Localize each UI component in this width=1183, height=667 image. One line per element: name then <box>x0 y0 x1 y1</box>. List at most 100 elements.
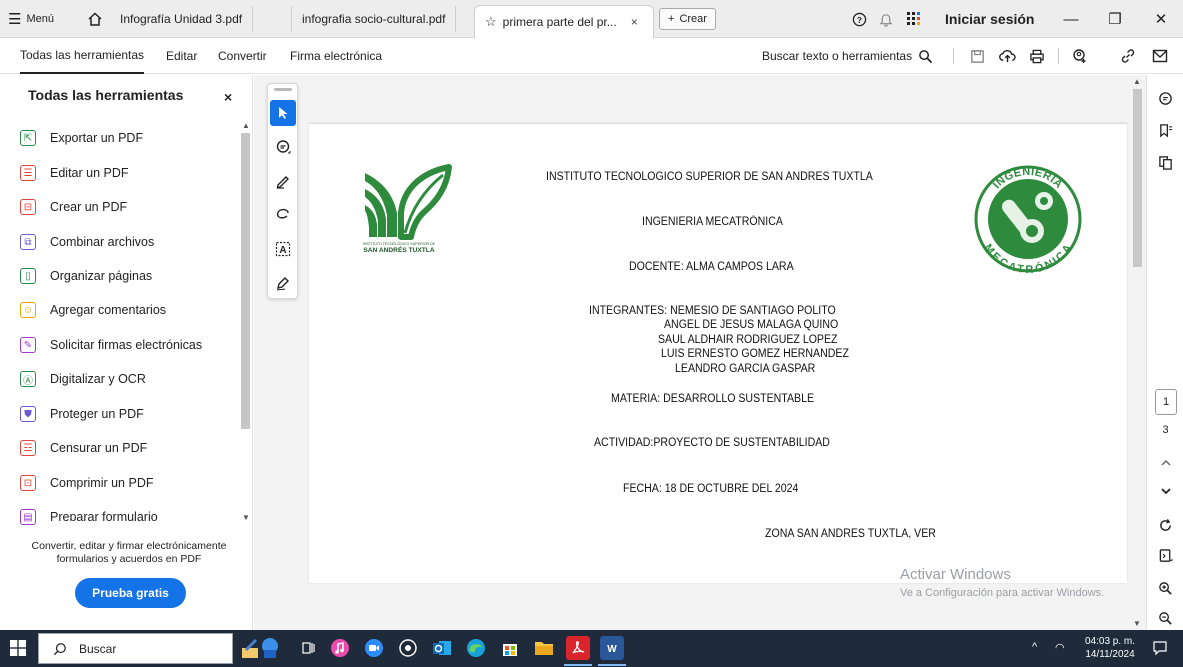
menu-e-signature[interactable]: Firma electrónica <box>290 38 382 74</box>
tool-item[interactable]: ⧉ Combinar archivos <box>20 229 235 255</box>
tool-item[interactable]: ☲ Censurar un PDF <box>20 435 235 461</box>
request-signature-icon: ✎ <box>20 337 36 353</box>
document-viewer[interactable]: INSTITUTO TECNOLÓGICO SUPERIOR DE SAN AN… <box>254 75 1129 630</box>
search-highlight-icon[interactable] <box>240 636 280 660</box>
close-panel-icon[interactable]: × <box>224 89 232 105</box>
text-tool-button[interactable]: A <box>270 236 296 262</box>
menu-all-tools[interactable]: Todas las herramientas <box>20 38 145 74</box>
scrollbar-thumb[interactable] <box>1133 89 1142 267</box>
search-tools-button[interactable]: Buscar texto o herramientas <box>762 38 933 74</box>
toolbar-grip[interactable] <box>274 88 292 91</box>
comments-panel-button[interactable] <box>1147 85 1183 111</box>
scroll-down-icon[interactable]: ▼ <box>1133 619 1141 628</box>
scrollbar-thumb[interactable] <box>241 133 250 429</box>
zoom-out-button[interactable] <box>1147 605 1183 631</box>
title-tab-bar: ☰ Menú Infografía Unidad 3.pdf infografi… <box>0 0 1183 38</box>
menu-convert[interactable]: Convertir <box>218 38 267 74</box>
browser-glyph <box>467 639 485 657</box>
scroll-up-icon[interactable]: ▲ <box>1133 77 1141 86</box>
word-icon[interactable]: W <box>600 636 624 660</box>
highlight-tool-button[interactable] <box>270 168 296 194</box>
upload-button[interactable] <box>997 46 1017 66</box>
tool-item[interactable]: ▯ Organizar páginas <box>20 263 235 289</box>
email-button[interactable] <box>1150 46 1170 66</box>
network-icon[interactable]: ◠ <box>1055 641 1065 654</box>
doc-member-5: LEANDRO GARCIA GASPAR <box>675 363 816 375</box>
viewer-scrollbar[interactable]: ▲ ▼ <box>1128 75 1146 630</box>
scroll-down-icon[interactable]: ▼ <box>242 513 250 522</box>
menu-edit[interactable]: Editar <box>166 38 197 74</box>
rotate-button[interactable] <box>1147 512 1183 538</box>
panel-scrollbar[interactable]: ▲ ▼ <box>240 121 251 522</box>
pages-panel-button[interactable] <box>1147 149 1183 175</box>
scroll-up-icon[interactable]: ▲ <box>242 121 250 130</box>
tool-item[interactable]: ▤ Preparar formulario <box>20 504 235 530</box>
tool-item[interactable]: ⇱ Exportar un PDF <box>20 125 235 151</box>
share-user-button[interactable] <box>1070 46 1090 66</box>
doc-member-4: LUIS ERNESTO GOMEZ HERNANDEZ <box>661 348 849 360</box>
tool-item[interactable]: Ⓐ Digitalizar y OCR <box>20 366 235 392</box>
promo-text: Convertir, editar y firmar electrónicame… <box>31 540 227 565</box>
tray-chevron-up-icon[interactable]: ^ <box>1032 641 1037 653</box>
home-button[interactable] <box>87 0 103 38</box>
scan-ocr-icon: Ⓐ <box>20 371 36 387</box>
minimize-button[interactable]: — <box>1049 0 1093 38</box>
menu-button[interactable]: ☰ Menú <box>8 0 54 38</box>
zoom-app-icon[interactable] <box>362 636 386 660</box>
outlook-icon[interactable] <box>430 636 454 660</box>
tool-item[interactable]: ⊡ Comprimir un PDF <box>20 470 235 496</box>
draw-tool-button[interactable] <box>270 202 296 228</box>
svg-text:A: A <box>279 245 286 256</box>
sign-in-button[interactable]: Iniciar sesión <box>945 0 1034 38</box>
notifications-button[interactable] <box>879 0 893 38</box>
zoom-in-button[interactable] <box>1147 575 1183 601</box>
tool-item[interactable]: ☺ Agregar comentarios <box>20 297 235 323</box>
close-window-button[interactable]: ✕ <box>1139 0 1183 38</box>
previous-page-button[interactable] <box>1147 450 1183 476</box>
current-page-input[interactable]: 1 <box>1155 389 1177 415</box>
page-tools-button[interactable] <box>1147 543 1183 569</box>
media-app-icon[interactable] <box>396 636 420 660</box>
store-icon[interactable] <box>498 636 522 660</box>
tab-primera-parte[interactable]: ☆ primera parte del pr... × <box>474 5 654 38</box>
free-trial-button[interactable]: Prueba gratis <box>75 578 186 608</box>
tool-label: Crear un PDF <box>50 200 128 214</box>
taskbar-search-box[interactable]: Buscar <box>38 633 233 664</box>
print-button[interactable] <box>1027 46 1047 66</box>
file-explorer-icon[interactable] <box>532 636 556 660</box>
notifications-icon[interactable] <box>1152 640 1168 656</box>
tool-item[interactable]: ✎ Solicitar firmas electrónicas <box>20 332 235 358</box>
next-page-button[interactable] <box>1147 478 1183 504</box>
tab-infografia-socio-cultural[interactable]: infografia socio-cultural.pdf <box>291 6 457 32</box>
star-icon: ☆ <box>485 14 497 29</box>
itunes-icon[interactable] <box>328 636 352 660</box>
link-button[interactable] <box>1118 46 1138 66</box>
home-icon <box>88 12 102 26</box>
windows-start-icon[interactable] <box>10 640 26 656</box>
school-supplies-icon <box>242 638 278 658</box>
sign-tool-button[interactable] <box>270 270 296 296</box>
save-button[interactable] <box>967 46 987 66</box>
tool-item[interactable]: ☰ Editar un PDF <box>20 160 235 186</box>
help-button[interactable]: ? <box>852 0 867 38</box>
taskbar-clock[interactable]: 04:03 p. m. 14/11/2024 <box>1080 635 1140 661</box>
comment-icon <box>276 140 291 154</box>
close-tab-icon[interactable]: × <box>631 15 638 29</box>
protect-pdf-icon: ⛊ <box>20 406 36 422</box>
create-button[interactable]: + Crear <box>659 8 716 30</box>
tool-item[interactable]: ⛊ Proteger un PDF <box>20 401 235 427</box>
menu-label: Menú <box>26 13 54 25</box>
doc-member-3: SAUL ALDHAIR RODRIGUEZ LOPEZ <box>658 334 838 346</box>
edge-icon[interactable] <box>464 636 488 660</box>
task-view-icon[interactable] <box>297 636 321 660</box>
apps-grid-icon <box>907 12 920 25</box>
comment-tool-button[interactable] <box>270 134 296 160</box>
bookmarks-button[interactable] <box>1147 117 1183 143</box>
tab-infografia-unidad-3[interactable]: Infografía Unidad 3.pdf <box>110 6 254 32</box>
tool-item[interactable]: ⊟ Crear un PDF <box>20 194 235 220</box>
doc-institute: INSTITUTO TECNOLOGICO SUPERIOR DE SAN AN… <box>546 171 873 183</box>
maximize-button[interactable]: ❐ <box>1093 0 1137 38</box>
apps-button[interactable] <box>906 0 922 38</box>
acrobat-icon[interactable] <box>566 636 590 660</box>
select-tool-button[interactable] <box>270 100 296 126</box>
